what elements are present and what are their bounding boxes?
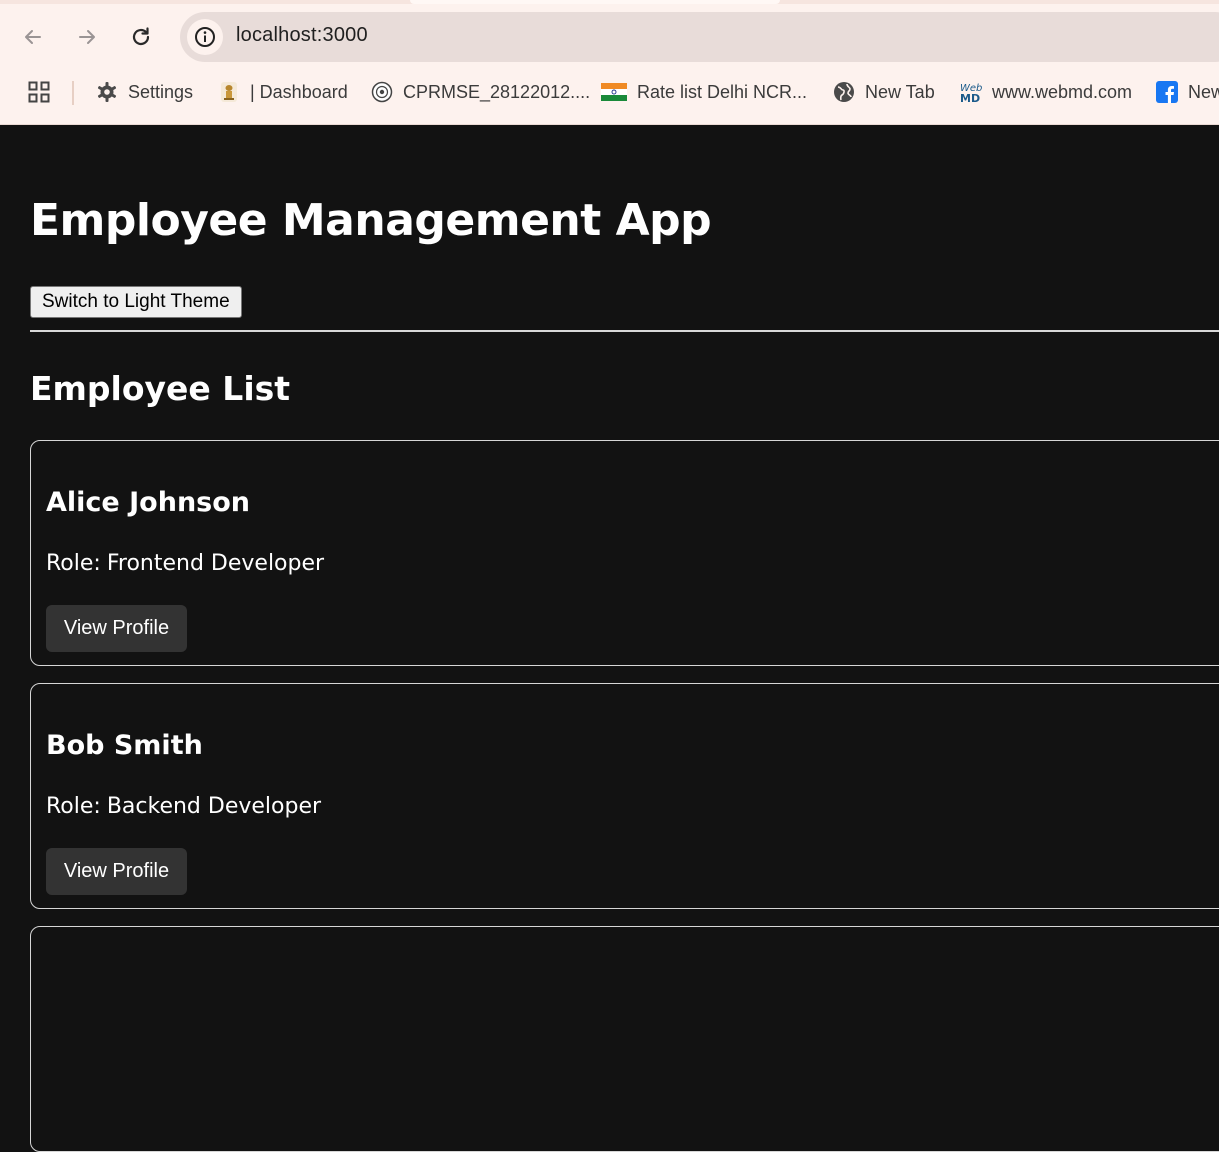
webmd-icon: Web MD [958, 81, 982, 104]
employee-name: Bob Smith [46, 730, 203, 761]
divider [30, 330, 1219, 332]
bookmark-label: Settings [128, 81, 194, 102]
role-label: Role: [46, 551, 101, 576]
bookmarks-separator [72, 81, 74, 105]
address-bar[interactable]: localhost:3000 [180, 12, 1219, 62]
apps-button[interactable] [28, 81, 50, 107]
site-info-button[interactable] [187, 19, 223, 55]
reload-icon [132, 27, 150, 46]
bookmark-cprmse[interactable]: CPRMSE_28122012.... [371, 78, 590, 106]
bookmark-label: | Dashboard [250, 81, 348, 102]
arrow-right-icon [79, 30, 95, 44]
employee-card-partial [30, 926, 1219, 1152]
bookmark-label: New [1188, 81, 1219, 102]
active-tab[interactable] [410, 0, 780, 4]
role-label: Role: [46, 794, 101, 819]
bookmark-settings[interactable]: Settings [96, 78, 193, 106]
arrow-left-icon [25, 30, 41, 44]
bookmark-label: New Tab [865, 81, 935, 102]
employee-list-title: Employee List [30, 369, 291, 408]
india-flag-icon [601, 81, 627, 103]
employee-card: Alice Johnson Role: Frontend Developer Vi… [30, 440, 1219, 666]
bookmarks-bar: Settings | Dashboard CPRMSE_28122012....… [0, 72, 1219, 112]
bookmark-label: CPRMSE_28122012.... [403, 81, 591, 102]
bookmark-rate-list[interactable]: Rate list Delhi NCR... [601, 78, 807, 106]
tab-strip [0, 0, 1219, 4]
bookmark-webmd[interactable]: Web MD www.webmd.com [958, 78, 1132, 106]
emblem-icon [218, 81, 240, 103]
employee-role: Role: Frontend Developer [46, 549, 324, 579]
globe-icon [833, 81, 855, 103]
bookmark-label: Rate list Delhi NCR... [637, 81, 808, 102]
facebook-icon [1156, 81, 1178, 103]
reload-button[interactable] [124, 20, 158, 54]
employee-name: Alice Johnson [46, 487, 251, 518]
page-title: Employee Management App [30, 195, 712, 246]
view-profile-button[interactable]: View Profile [46, 848, 187, 895]
role-value: Backend Developer [106, 794, 322, 819]
switch-theme-button[interactable]: Switch to Light Theme [30, 286, 242, 318]
app-page: Employee Management App Switch to Light … [0, 125, 1219, 1152]
apps-grid-icon [28, 81, 50, 103]
employee-card: Bob Smith Role: Backend Developer View Pr… [30, 683, 1219, 909]
back-button[interactable] [16, 20, 50, 54]
svg-text:MD: MD [960, 92, 980, 104]
bookmark-facebook[interactable]: New [1156, 78, 1219, 106]
employee-role: Role: Backend Developer [46, 792, 321, 822]
url-text[interactable]: localhost:3000 [236, 24, 368, 47]
bookmark-dashboard[interactable]: | Dashboard [218, 78, 348, 106]
role-value: Frontend Developer [106, 551, 325, 576]
bookmark-new-tab[interactable]: New Tab [833, 78, 935, 106]
view-profile-button[interactable]: View Profile [46, 605, 187, 652]
info-icon [195, 27, 215, 47]
gear-icon [96, 81, 118, 103]
browser-toolbar: localhost:3000 Settings | Dashboard CPRM… [0, 0, 1219, 125]
seal-icon [371, 81, 393, 103]
forward-button[interactable] [70, 20, 104, 54]
bookmark-label: www.webmd.com [992, 81, 1133, 102]
